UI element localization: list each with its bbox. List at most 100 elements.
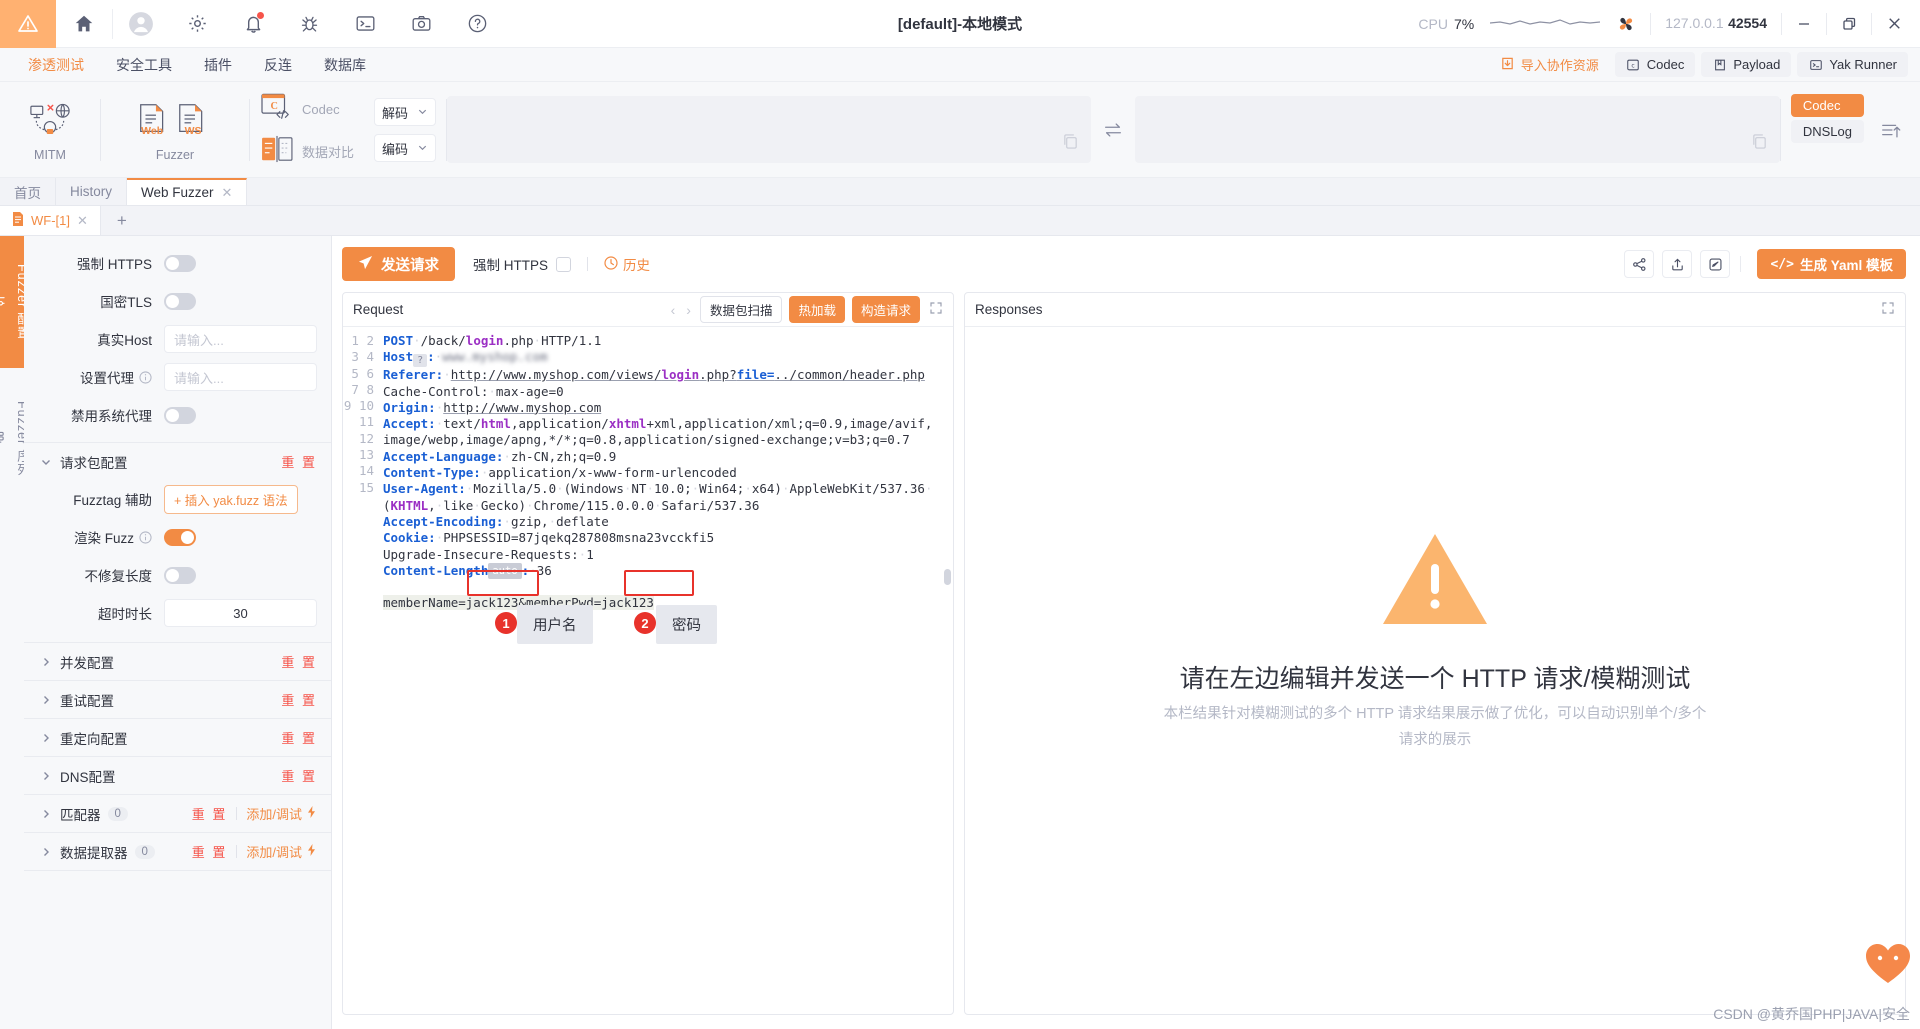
force-https-checkbox[interactable] <box>556 256 572 272</box>
menu-item-database[interactable]: 数据库 <box>308 48 382 82</box>
force-https-checkbox-wrap[interactable]: 强制 HTTPS <box>473 254 572 274</box>
section-dns-config[interactable]: DNS配置 重 置 <box>24 756 331 794</box>
expand-icon[interactable] <box>927 301 943 318</box>
disable-system-proxy-toggle[interactable] <box>164 406 196 424</box>
gear-icon[interactable] <box>169 0 225 48</box>
warning-triangle-icon[interactable] <box>0 0 56 48</box>
no-fix-length-toggle[interactable] <box>164 566 196 584</box>
force-https-label: 强制 HTTPS <box>473 258 549 273</box>
help-icon[interactable] <box>449 0 505 48</box>
packet-scan-button[interactable]: 数据包扫描 <box>699 296 783 323</box>
share-icon[interactable] <box>1624 250 1655 278</box>
reset-button[interactable]: 重 置 <box>192 842 228 861</box>
collapse-ribbon-button[interactable] <box>1874 82 1920 177</box>
tag-dnslog[interactable]: DNSLog <box>1790 120 1864 143</box>
section-concurrency-config[interactable]: 并发配置 重 置 <box>24 642 331 680</box>
request-editor[interactable]: 1 2 3 4 5 6 7 8 9 10 11 12 13 14 15 POST… <box>343 327 953 1014</box>
history-button[interactable]: 历史 <box>604 254 650 274</box>
encode-select-value: 编码 <box>382 141 409 157</box>
timeout-input[interactable]: 30 <box>164 599 317 627</box>
editor-scrollbar[interactable] <box>944 331 951 1010</box>
clock-icon <box>604 255 618 273</box>
terminal-icon[interactable] <box>337 0 393 48</box>
user-avatar-icon[interactable] <box>113 0 169 48</box>
reset-button[interactable]: 重 置 <box>281 652 317 671</box>
copy-icon[interactable] <box>1751 133 1768 155</box>
proxy-input[interactable]: 请输入... <box>164 363 317 391</box>
data-diff-action-row[interactable]: 数据对比 <box>260 135 354 168</box>
reset-button[interactable]: 重 置 <box>281 452 317 471</box>
reset-button[interactable]: 重 置 <box>192 804 228 823</box>
section-matcher[interactable]: 匹配器 0 重 置 添加/调试 <box>24 794 331 832</box>
encode-select[interactable]: 编码 <box>374 134 437 162</box>
tag-codec[interactable]: Codec <box>1790 94 1864 117</box>
section-redirect-config[interactable]: 重定向配置 重 置 <box>24 718 331 756</box>
menu-item-reverse[interactable]: 反连 <box>248 48 308 82</box>
hot-reload-button[interactable]: 热加载 <box>789 296 845 323</box>
edit-icon[interactable] <box>1700 250 1731 278</box>
section-extractor[interactable]: 数据提取器 0 重 置 添加/调试 <box>24 832 331 870</box>
mitm-tool-button[interactable]: MITM <box>14 99 86 162</box>
next-arrow-icon[interactable]: › <box>684 302 693 318</box>
rail-item-fuzzer-sequence[interactable]: Fuzzer 序列 <box>0 368 29 510</box>
insert-yak-fuzz-button[interactable]: + 插入 yak.fuzz 语法 <box>164 484 298 514</box>
payload-button[interactable]: Payload <box>1701 52 1792 77</box>
expand-icon[interactable] <box>1879 301 1895 318</box>
close-icon[interactable]: ✕ <box>222 185 233 201</box>
label: 渲染 Fuzz <box>24 527 164 547</box>
menu-item-pentest[interactable]: 渗透测试 <box>12 48 100 82</box>
info-icon[interactable] <box>139 530 152 544</box>
home-icon[interactable] <box>56 0 112 48</box>
lightning-icon <box>306 806 317 821</box>
camera-icon[interactable] <box>393 0 449 48</box>
force-https-toggle[interactable] <box>164 254 196 272</box>
rail-item-fuzzer-config[interactable]: Fuzzer 配置 <box>0 236 29 368</box>
export-icon[interactable] <box>1662 250 1693 278</box>
prev-arrow-icon[interactable]: ‹ <box>669 302 678 318</box>
reset-button[interactable]: 重 置 <box>281 728 317 747</box>
page-tab-web-fuzzer[interactable]: Web Fuzzer ✕ <box>127 178 248 205</box>
fuzzer-tab-wf-1[interactable]: WF-[1] ✕ <box>0 206 101 235</box>
codec-action-row[interactable]: C Codec <box>260 92 354 127</box>
render-fuzz-toggle[interactable] <box>164 528 196 546</box>
build-request-button[interactable]: 构造请求 <box>851 296 920 323</box>
codec-button[interactable]: c Codec <box>1614 52 1696 77</box>
section-actions: 重 置 添加/调试 <box>192 842 317 861</box>
real-host-input[interactable]: 请输入... <box>164 325 317 353</box>
gm-tls-toggle[interactable] <box>164 292 196 310</box>
send-request-button[interactable]: 发送请求 <box>342 247 455 281</box>
maximize-button[interactable] <box>1827 0 1871 48</box>
placeholder: 请输入... <box>174 332 224 348</box>
codec-input-box[interactable] <box>447 96 1092 163</box>
close-button[interactable] <box>1872 0 1916 48</box>
close-icon[interactable]: ✕ <box>77 213 88 229</box>
workspace: Fuzzer 配置 Fuzzer 序列 强制 HTTPS 国密TLS 真实Hos… <box>0 236 1920 1029</box>
generate-yaml-template-button[interactable]: </> 生成 Yaml 模板 <box>1757 249 1906 279</box>
import-collab-resource-button[interactable]: 导入协作资源 <box>1490 55 1609 74</box>
menu-item-plugins[interactable]: 插件 <box>188 48 248 82</box>
add-debug-extractor-button[interactable]: 添加/调试 <box>246 842 317 861</box>
info-icon[interactable] <box>139 370 152 384</box>
section-request-config[interactable]: 请求包配置 重 置 <box>24 442 331 480</box>
bell-icon[interactable] <box>225 0 281 48</box>
request-code[interactable]: POST·/back/login.php·HTTP/1.1 Host?:·www… <box>383 327 953 1014</box>
reset-button[interactable]: 重 置 <box>281 766 317 785</box>
decode-select[interactable]: 解码 <box>374 98 437 126</box>
bug-icon[interactable] <box>281 0 337 48</box>
page-tab-home[interactable]: 首页 <box>0 178 56 205</box>
minimize-button[interactable] <box>1782 0 1826 48</box>
reset-button[interactable]: 重 置 <box>281 690 317 709</box>
annotation-label-password: 密码 <box>656 605 717 644</box>
codec-output-box[interactable] <box>1135 96 1780 163</box>
yak-runner-button[interactable]: Yak Runner <box>1797 52 1908 77</box>
swap-icon[interactable] <box>1091 82 1135 177</box>
add-fuzzer-tab-button[interactable]: + <box>101 206 143 235</box>
copy-icon[interactable] <box>1062 133 1079 155</box>
menu-item-security-tools[interactable]: 安全工具 <box>100 48 188 82</box>
page-tab-history[interactable]: History <box>56 178 128 205</box>
add-debug-matcher-button[interactable]: 添加/调试 <box>246 804 317 823</box>
section-retry-config[interactable]: 重试配置 重 置 <box>24 680 331 718</box>
scrollbar-thumb[interactable] <box>944 569 951 585</box>
fuzzer-tool-button[interactable]: Web WS Fuzzer <box>115 99 235 162</box>
server-address[interactable]: 127.0.0.1 42554 <box>1651 15 1781 33</box>
